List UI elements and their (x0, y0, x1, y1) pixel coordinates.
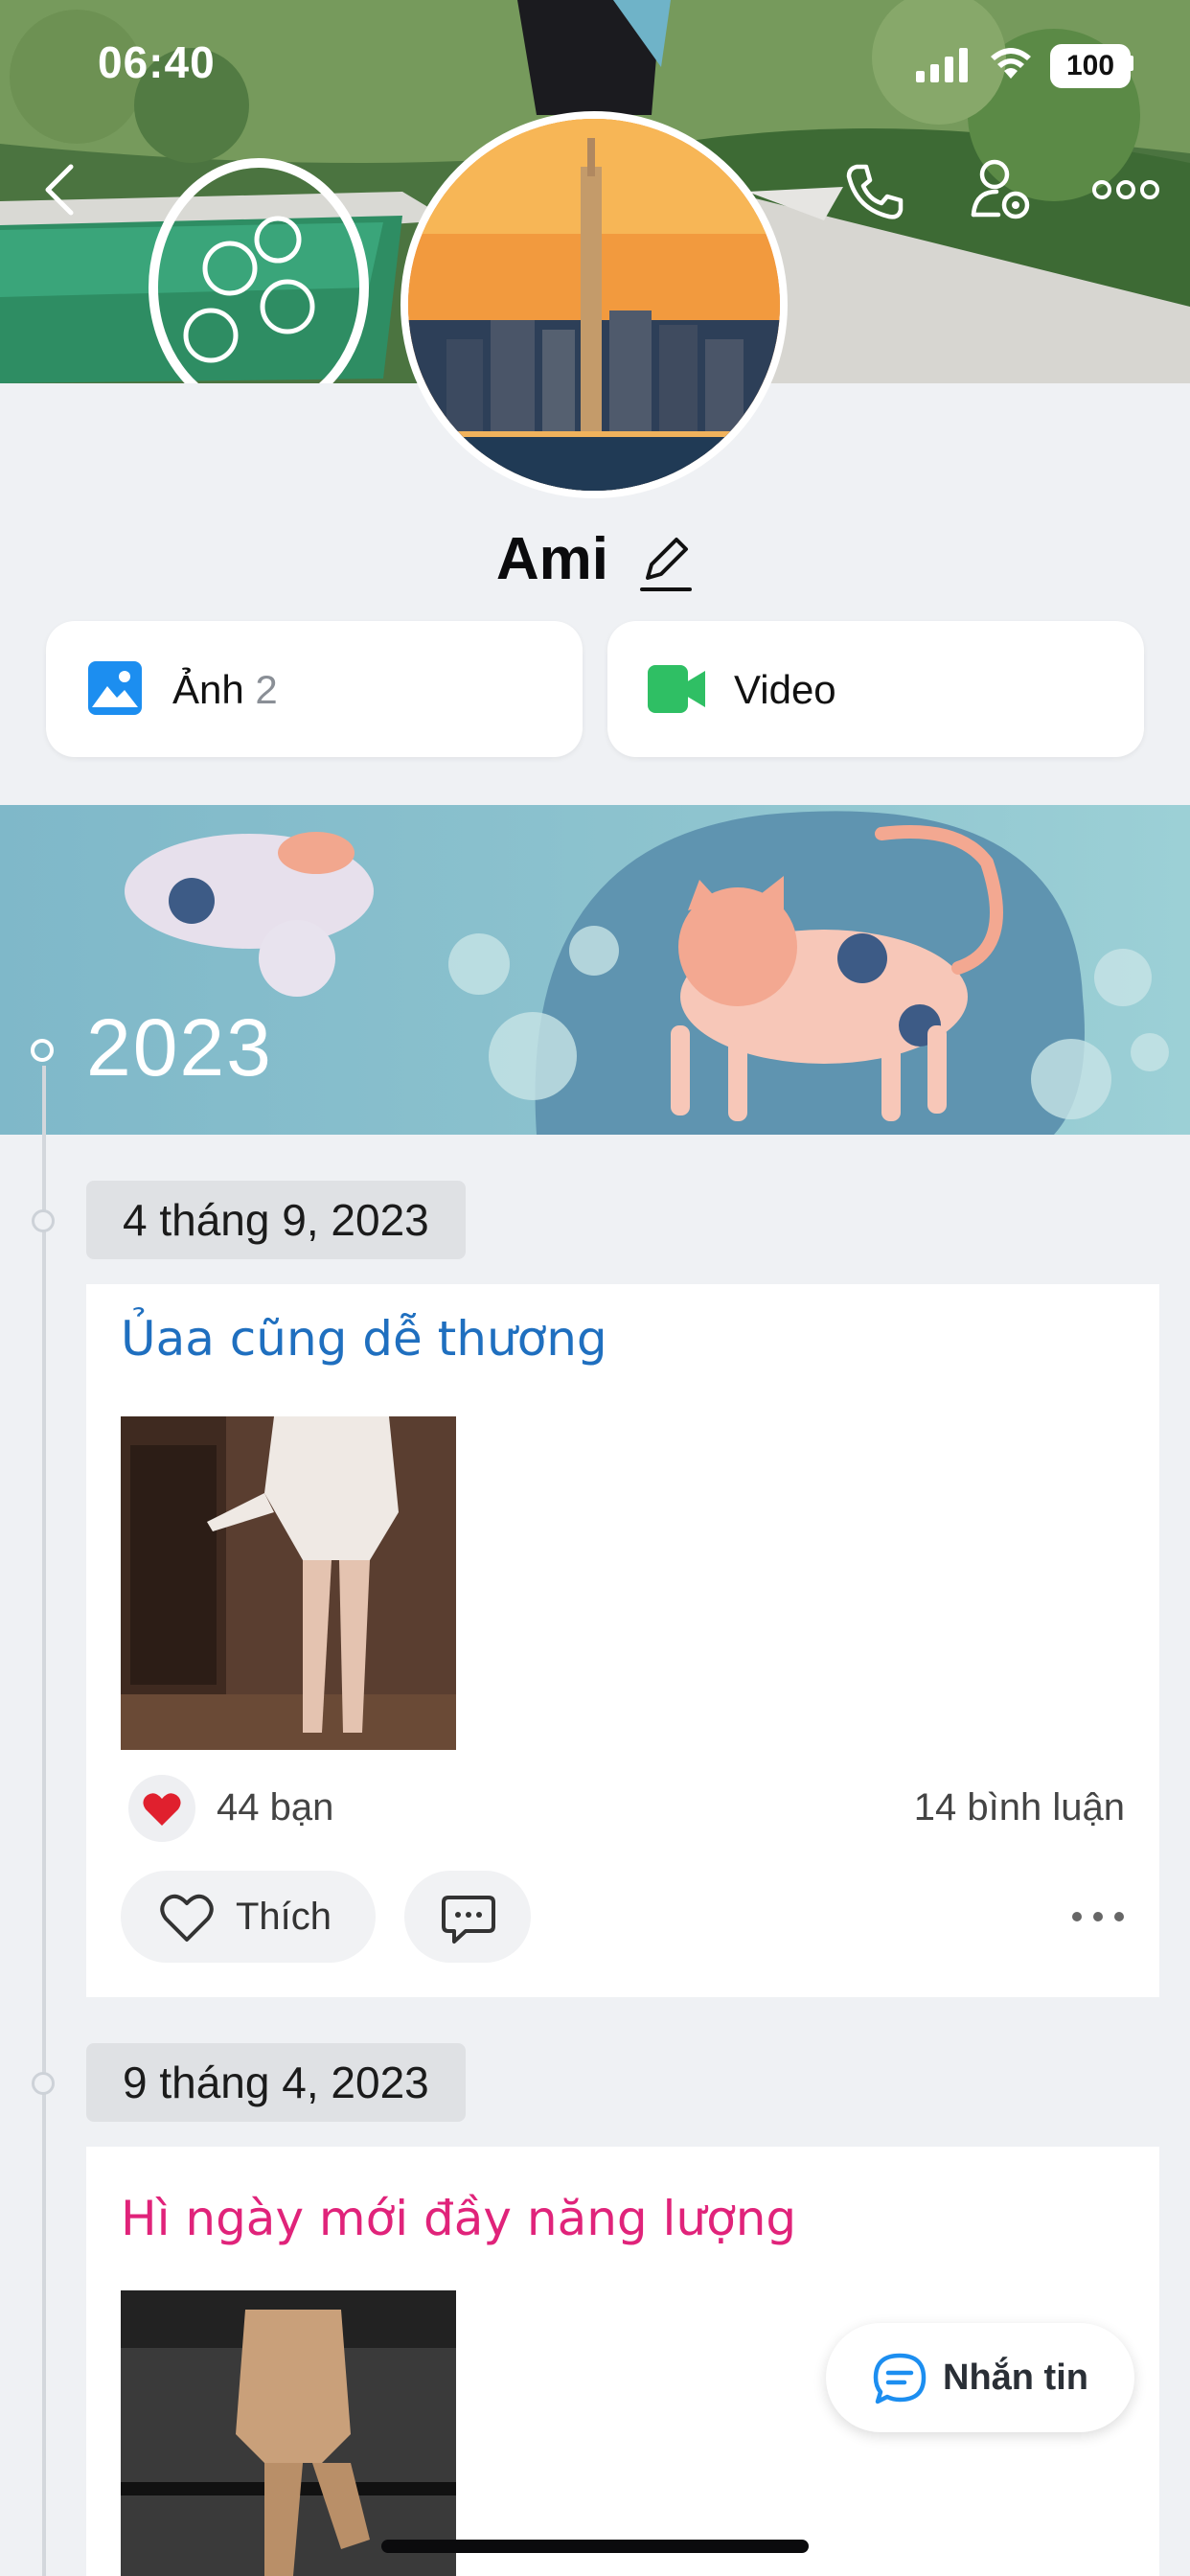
comment-count[interactable]: 14 bình luận (914, 1786, 1125, 1829)
chat-button-label: Nhắn tin (943, 2358, 1088, 2398)
avatar-image (408, 119, 780, 491)
heart-outline-icon (160, 1894, 214, 1942)
post-text: Ủaa cũng dễ thương (121, 1311, 607, 1367)
year-dot (31, 1039, 54, 1062)
avatar[interactable] (400, 111, 788, 498)
photos-count: 2 (255, 667, 278, 712)
post-photo-image (121, 1416, 456, 1750)
edit-icon[interactable] (638, 534, 694, 593)
chat-button[interactable]: Nhắn tin (826, 2323, 1134, 2432)
back-icon[interactable] (38, 161, 80, 218)
like-button[interactable]: Thích (121, 1871, 376, 1963)
profile-name: Ami (495, 526, 608, 592)
post-date: 9 tháng 4, 2023 (86, 2043, 466, 2122)
post-date: 4 tháng 9, 2023 (86, 1181, 466, 1259)
year-label: 2023 (86, 1002, 273, 1092)
timeline-dot (32, 1209, 55, 1232)
post-photo[interactable] (121, 1416, 456, 1750)
wifi-icon (991, 48, 1031, 79)
signal-icon (916, 48, 968, 82)
post-card[interactable]: Ủaa cũng dễ thương 44 bạn 14 bình luận T… (86, 1284, 1159, 1997)
video-shortcut[interactable]: Video (607, 621, 1144, 757)
city-skyline-image (408, 119, 780, 491)
video-icon (648, 665, 705, 713)
timeline-line (42, 1066, 46, 2576)
home-indicator (381, 2540, 809, 2553)
chat-icon (873, 2353, 927, 2404)
status-bar: 06:40 100 (0, 0, 1190, 125)
post-photo-image (121, 2290, 456, 2576)
profile-name-row: Ami (0, 525, 1190, 593)
more-icon[interactable] (1092, 178, 1159, 201)
post-text: Hì ngày mới đầy năng lượng (121, 2191, 797, 2246)
phone-icon[interactable] (843, 161, 904, 222)
photos-label-row: Ảnh 2 (172, 667, 278, 713)
post-more-icon[interactable] (1071, 1909, 1125, 1924)
battery-tip (1129, 56, 1133, 71)
comment-button[interactable] (404, 1871, 531, 1963)
comment-icon (442, 1896, 495, 1944)
reaction-badge (128, 1775, 195, 1842)
photo-icon (88, 661, 142, 715)
heart-icon (143, 1793, 181, 1826)
battery-indicator: 100 (1050, 44, 1131, 88)
user-settings-icon[interactable] (970, 157, 1033, 222)
photos-label: Ảnh (172, 667, 244, 712)
timeline-dot (32, 2072, 55, 2095)
reaction-count[interactable]: 44 bạn (217, 1786, 333, 1829)
photos-shortcut[interactable]: Ảnh 2 (46, 621, 583, 757)
video-label: Video (734, 667, 836, 712)
like-label: Thích (236, 1896, 332, 1938)
status-time: 06:40 (98, 37, 216, 87)
post-photo[interactable] (121, 2290, 456, 2576)
